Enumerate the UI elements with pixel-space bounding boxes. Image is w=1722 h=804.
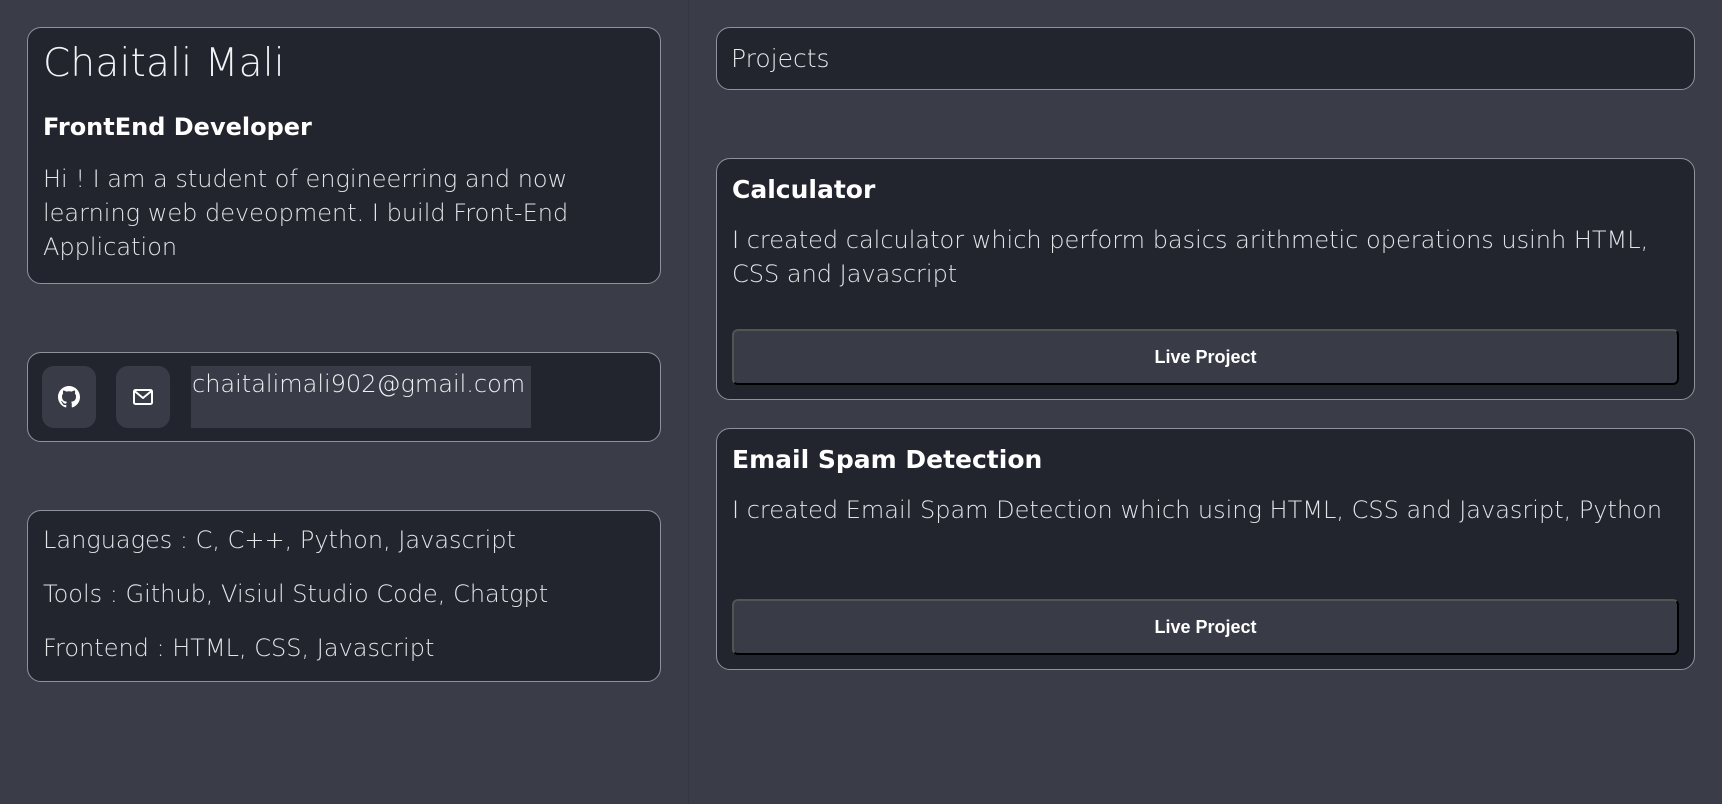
profile-role: FrontEnd Developer — [43, 112, 312, 141]
live-project-button[interactable]: Live Project — [732, 599, 1679, 655]
profile-name: Chaitali Mali — [43, 41, 285, 86]
column-divider — [688, 0, 689, 804]
live-project-button[interactable]: Live Project — [732, 329, 1679, 385]
profile-card: Chaitali Mali FrontEnd Developer Hi ! I … — [27, 27, 661, 284]
project-description: I created calculator which perform basic… — [732, 226, 1649, 288]
mail-link[interactable] — [116, 366, 170, 428]
skill-frontend: Frontend : HTML, CSS, Javascript — [43, 634, 435, 662]
skill-tools: Tools : Github, Visiul Studio Code, Chat… — [43, 580, 549, 608]
skill-languages: Languages : C, C++, Python, Javascript — [43, 526, 516, 554]
portfolio-page: Chaitali Mali FrontEnd Developer Hi ! I … — [0, 0, 1722, 804]
project-card-email-spam-detection: Email Spam Detection I created Email Spa… — [716, 428, 1695, 670]
projects-header: Projects — [716, 27, 1695, 90]
skills-card: Languages : C, C++, Python, Javascript T… — [27, 510, 661, 682]
project-card-calculator: Calculator I created calculator which pe… — [716, 158, 1695, 400]
contact-card: chaitalimali902@gmail.com — [27, 352, 661, 442]
project-description: I created Email Spam Detection which usi… — [732, 496, 1663, 524]
projects-title: Projects — [731, 44, 830, 73]
project-title: Calculator — [732, 175, 876, 204]
email-address: chaitalimali902@gmail.com — [191, 366, 531, 428]
github-icon — [58, 386, 80, 408]
profile-bio: Hi ! I am a student of engineerring and … — [43, 164, 569, 261]
github-link[interactable] — [42, 366, 96, 428]
mail-icon — [133, 389, 153, 405]
project-title: Email Spam Detection — [732, 445, 1043, 474]
